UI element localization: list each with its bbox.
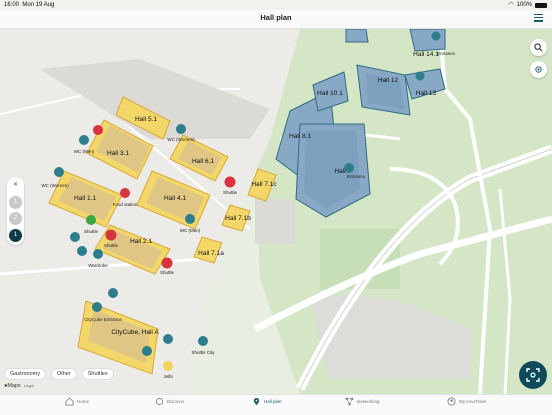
close-icon[interactable]: ✕: [9, 179, 22, 192]
legal-link[interactable]: Legal: [24, 383, 34, 388]
hall-3-1-label[interactable]: Hall 3.1: [107, 150, 129, 157]
filter-chip-shuttles[interactable]: Shuttles: [81, 368, 114, 380]
page-title: Hall plan: [260, 13, 292, 22]
svg-text:WC (Men): WC (Men): [180, 228, 201, 233]
food-marker[interactable]: [93, 125, 103, 135]
filter-chips: Gastronomy Other Shuttles: [4, 368, 114, 380]
hall-13-label[interactable]: Hall 13: [416, 90, 437, 97]
tab-discover[interactable]: Discover: [155, 397, 185, 406]
svg-text:Shuttle: Shuttle: [84, 229, 99, 234]
tab-my-innotrans[interactable]: My InnoTrans: [447, 397, 486, 406]
filter-chip-gastronomy[interactable]: Gastronomy: [4, 368, 46, 380]
floor-button[interactable]: 1: [9, 196, 22, 209]
wheelchair-marker[interactable]: [70, 232, 80, 242]
filter-chip-other[interactable]: Other: [50, 368, 77, 380]
maps-credit: ●Maps Legal: [4, 383, 34, 389]
info-marker[interactable]: [415, 71, 425, 81]
battery-icon: [535, 2, 547, 8]
menu-icon[interactable]: [534, 14, 543, 22]
search-icon: [534, 43, 543, 52]
hall-7-1a-label[interactable]: Hall 7.1a: [198, 250, 224, 257]
hall-5-1-label[interactable]: Hall 5.1: [135, 116, 157, 123]
hall-10-1-label[interactable]: Hall 10.1: [317, 90, 343, 97]
hall-8-1-label[interactable]: Hall 8.1: [289, 133, 311, 140]
discover-icon: [155, 397, 164, 406]
locate-icon: [535, 66, 542, 73]
tab-hall-plan[interactable]: Hall plan: [252, 397, 282, 406]
svg-text:Shuttle: Shuttle: [223, 190, 238, 195]
tab-networking[interactable]: Networking: [345, 397, 380, 406]
profile-icon: [447, 397, 456, 406]
svg-text:Wardrobe: Wardrobe: [88, 263, 108, 268]
svg-text:WC (Women): WC (Women): [167, 137, 195, 142]
hall-14-1-label[interactable]: Hall 14.1: [413, 51, 439, 58]
svg-text:Food station: Food station: [113, 202, 138, 207]
tab-bar: Home Discover Hall plan Networking My In…: [0, 394, 552, 415]
svg-text:WC (Women): WC (Women): [41, 183, 69, 188]
scan-button[interactable]: [519, 361, 547, 389]
citycube-hall-a-label[interactable]: CityCube, Hall A: [111, 329, 159, 336]
tab-home[interactable]: Home: [65, 397, 89, 406]
locate-button[interactable]: [530, 61, 547, 78]
svg-text:WC (Men): WC (Men): [74, 149, 95, 154]
floor-button-active[interactable]: 1: [9, 229, 22, 242]
home-icon: [65, 397, 74, 406]
info-marker[interactable]: [142, 346, 152, 356]
status-right: ◠ 100%: [508, 0, 547, 10]
map-canvas: Hall 5.1 Hall 3.1 Hall 6.1 Hall 1.1 Hall…: [0, 29, 552, 394]
status-bar: 16:00 Mon 19 Aug ◠ 100%: [0, 0, 552, 10]
svg-text:Shuttle: Shuttle: [160, 270, 175, 275]
search-button[interactable]: [530, 39, 547, 56]
svg-text:Shuttle: Shuttle: [104, 243, 119, 248]
hall-1-1-label[interactable]: Hall 1.1: [74, 195, 96, 202]
svg-text:Shuttle City: Shuttle City: [191, 350, 215, 355]
nav-header: Hall plan: [0, 10, 552, 29]
svg-text:Entrance: Entrance: [437, 51, 456, 56]
hall-map[interactable]: Hall 5.1 Hall 3.1 Hall 6.1 Hall 1.1 Hall…: [0, 29, 552, 394]
hall-12-label[interactable]: Hall 12: [378, 77, 399, 84]
svg-text:Entrance: Entrance: [347, 174, 366, 179]
hall-7-1b-label[interactable]: Hall 7.1b: [225, 215, 251, 222]
status-time-date: 16:00 Mon 19 Aug: [4, 2, 55, 8]
svg-text:Jelbi: Jelbi: [163, 374, 172, 379]
svg-text:CityCube Entrance: CityCube Entrance: [84, 317, 122, 322]
floor-selector: ✕ 1 2 1: [7, 177, 24, 245]
entrance-marker[interactable]: [77, 246, 87, 256]
map-pin-icon: [253, 397, 260, 406]
battery-percent: 100%: [516, 2, 532, 8]
wifi-icon: ◠: [508, 2, 514, 8]
hall-2-1-label[interactable]: Hall 2.1: [130, 238, 152, 245]
floor-button[interactable]: 2: [9, 212, 22, 225]
hall-6-1-label[interactable]: Hall 6.1: [192, 158, 214, 165]
info-marker[interactable]: [108, 288, 118, 298]
network-icon: [345, 397, 354, 406]
scan-icon: [526, 368, 540, 382]
hall-7-1c-label[interactable]: Hall 7.1c: [251, 181, 277, 188]
hall-4-1-label[interactable]: Hall 4.1: [164, 195, 186, 202]
entrance-marker[interactable]: [163, 334, 173, 344]
